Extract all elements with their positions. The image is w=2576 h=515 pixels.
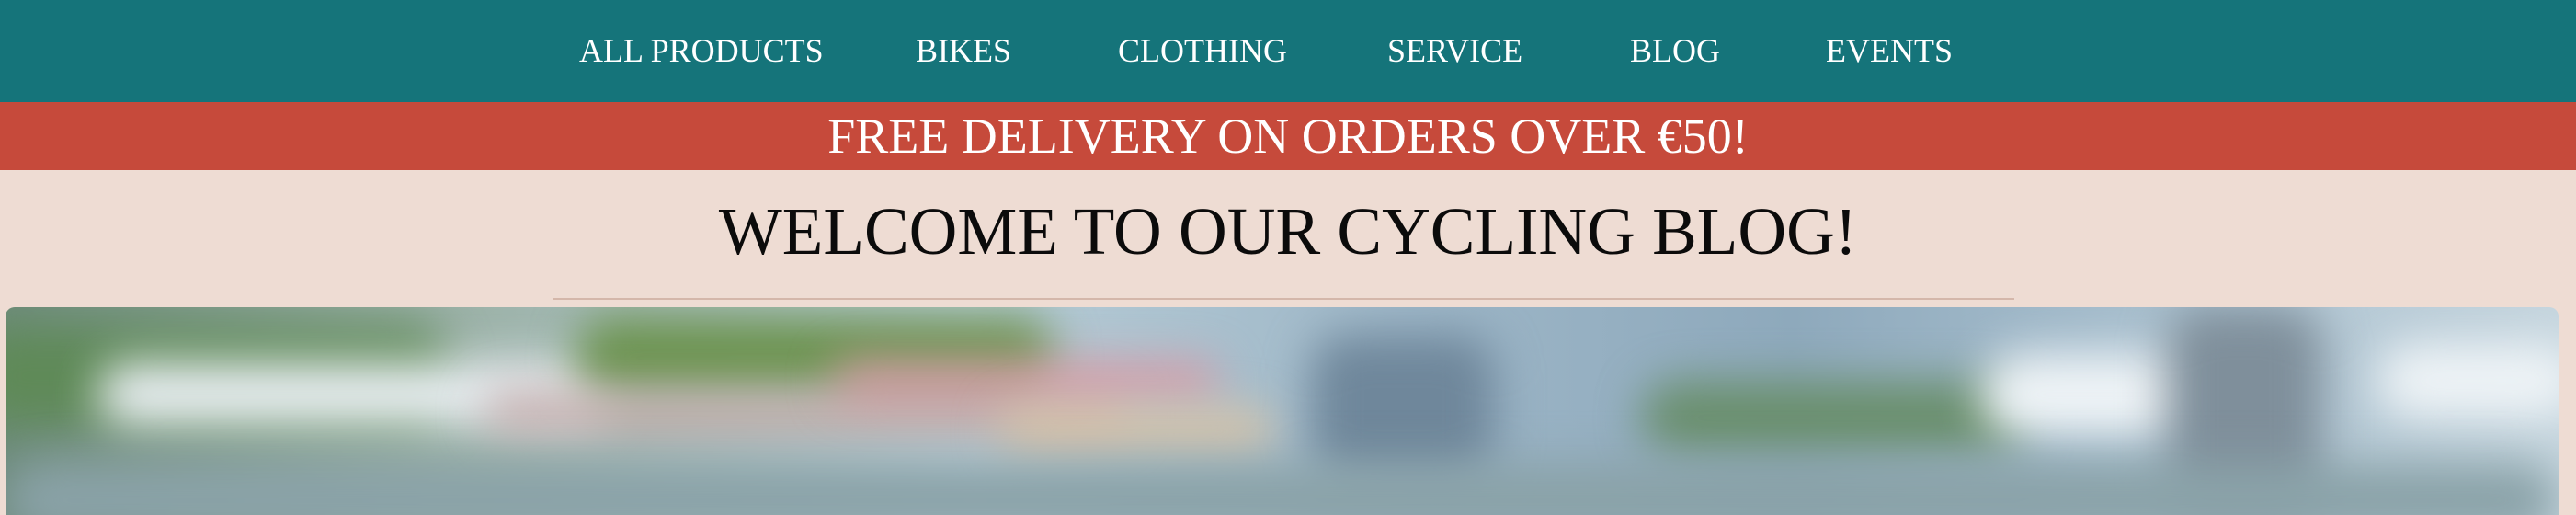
title-divider (553, 298, 2014, 300)
nav-service[interactable]: SERVICE (1387, 0, 1522, 102)
nav-events[interactable]: EVENTS (1826, 0, 1953, 102)
hero-image (6, 307, 2559, 515)
nav-clothing[interactable]: CLOTHING (1118, 0, 1287, 102)
blog-welcome-title: WELCOME TO OUR CYCLING BLOG! (718, 194, 1858, 269)
top-navigation: ALL PRODUCTS BIKES CLOTHING SERVICE BLOG… (0, 0, 2576, 102)
nav-bikes[interactable]: BIKES (916, 0, 1011, 102)
free-delivery-banner: FREE DELIVERY ON ORDERS OVER €50! (0, 102, 2576, 170)
nav-blog[interactable]: BLOG (1630, 0, 1720, 102)
nav-all-products[interactable]: ALL PRODUCTS (579, 0, 824, 102)
